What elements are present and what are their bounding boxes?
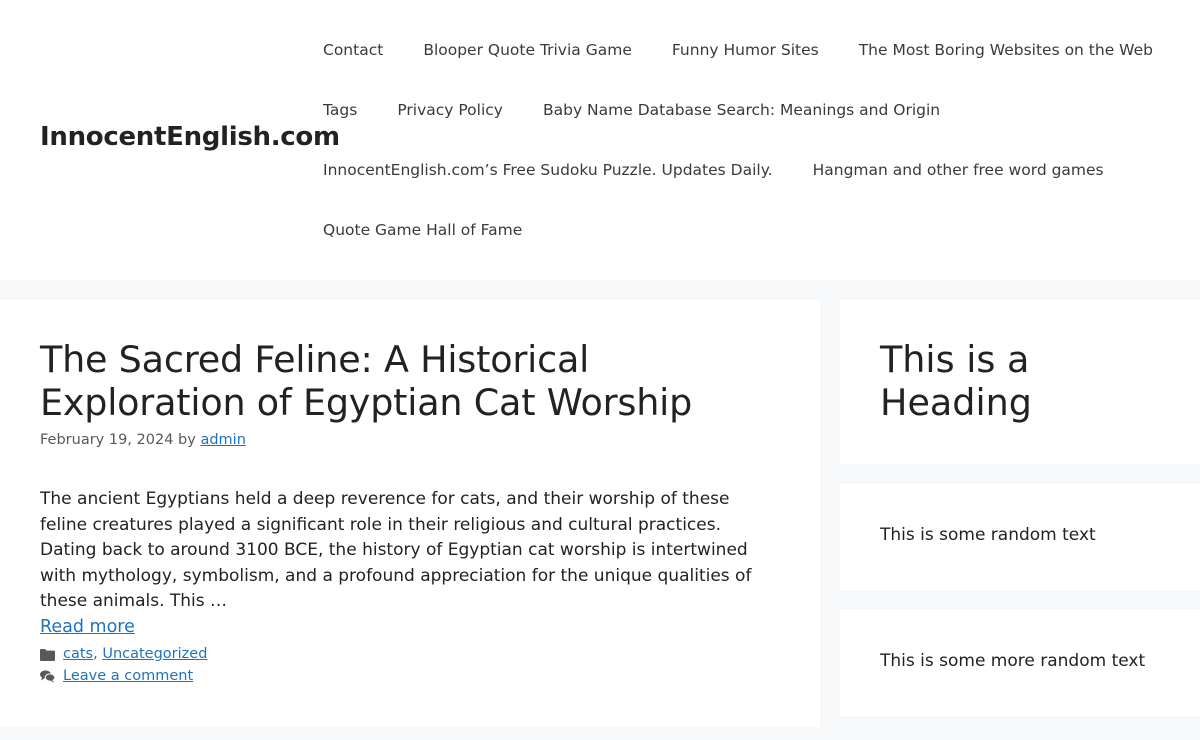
nav-item-hangman-word-games[interactable]: Hangman and other free word games <box>813 161 1104 179</box>
post-footer-meta: cats, Uncategorized Leave a comment <box>40 643 207 687</box>
widget-heading: This is a Heading <box>880 338 1032 424</box>
nav-row: Contact Blooper Quote Trivia Game Funny … <box>323 20 1173 80</box>
nav-item-baby-name-database[interactable]: Baby Name Database Search: Meanings and … <box>543 101 940 119</box>
site-title[interactable]: InnocentEnglish.com <box>40 122 340 152</box>
site-header: InnocentEnglish.com Contact Blooper Quot… <box>0 0 1200 280</box>
nav-item-most-boring-websites[interactable]: The Most Boring Websites on the Web <box>859 41 1153 59</box>
leave-comment-link[interactable]: Leave a comment <box>63 668 193 684</box>
widget-text: This is some more random text <box>880 651 1146 671</box>
nav-row: Quote Game Hall of Fame <box>323 200 1173 260</box>
nav-item-blooper-quote-trivia-game[interactable]: Blooper Quote Trivia Game <box>423 41 632 59</box>
sidebar-widget-text: This is some random text <box>840 484 1200 590</box>
post-byline-label: by <box>178 432 196 448</box>
category-link-uncategorized[interactable]: Uncategorized <box>102 646 207 662</box>
nav-row: InnocentEnglish.com’s Free Sudoku Puzzle… <box>323 140 1173 200</box>
categories-line: cats, Uncategorized <box>40 643 207 665</box>
main-navigation: Contact Blooper Quote Trivia Game Funny … <box>323 20 1173 260</box>
read-more-link[interactable]: Read more <box>40 615 780 641</box>
nav-row: Tags Privacy Policy Baby Name Database S… <box>323 80 1173 140</box>
post-date[interactable]: February 19, 2024 <box>40 432 173 448</box>
category-link-cats[interactable]: cats <box>63 646 93 662</box>
nav-item-quote-game-hall-of-fame[interactable]: Quote Game Hall of Fame <box>323 221 522 239</box>
nav-item-free-sudoku-puzzle[interactable]: InnocentEnglish.com’s Free Sudoku Puzzle… <box>323 161 773 179</box>
post-excerpt-text: The ancient Egyptians held a deep revere… <box>40 489 752 611</box>
category-separator: , <box>93 646 98 662</box>
comments-icon <box>40 669 55 683</box>
post-author-link[interactable]: admin <box>200 432 245 448</box>
comments-line: Leave a comment <box>40 665 207 687</box>
post-title[interactable]: The Sacred Feline: A Historical Explorat… <box>40 338 780 424</box>
sidebar-widget-heading: This is a Heading <box>840 300 1200 464</box>
nav-item-privacy-policy[interactable]: Privacy Policy <box>397 101 503 119</box>
nav-item-funny-humor-sites[interactable]: Funny Humor Sites <box>672 41 819 59</box>
widget-text: This is some random text <box>880 525 1096 545</box>
nav-item-tags[interactable]: Tags <box>323 101 357 119</box>
post-meta: February 19, 2024 by admin <box>40 432 246 448</box>
nav-item-contact[interactable]: Contact <box>323 41 383 59</box>
sidebar-widget-text: This is some more random text <box>840 610 1200 716</box>
folder-icon <box>40 647 55 661</box>
post-excerpt: The ancient Egyptians held a deep revere… <box>40 487 780 640</box>
